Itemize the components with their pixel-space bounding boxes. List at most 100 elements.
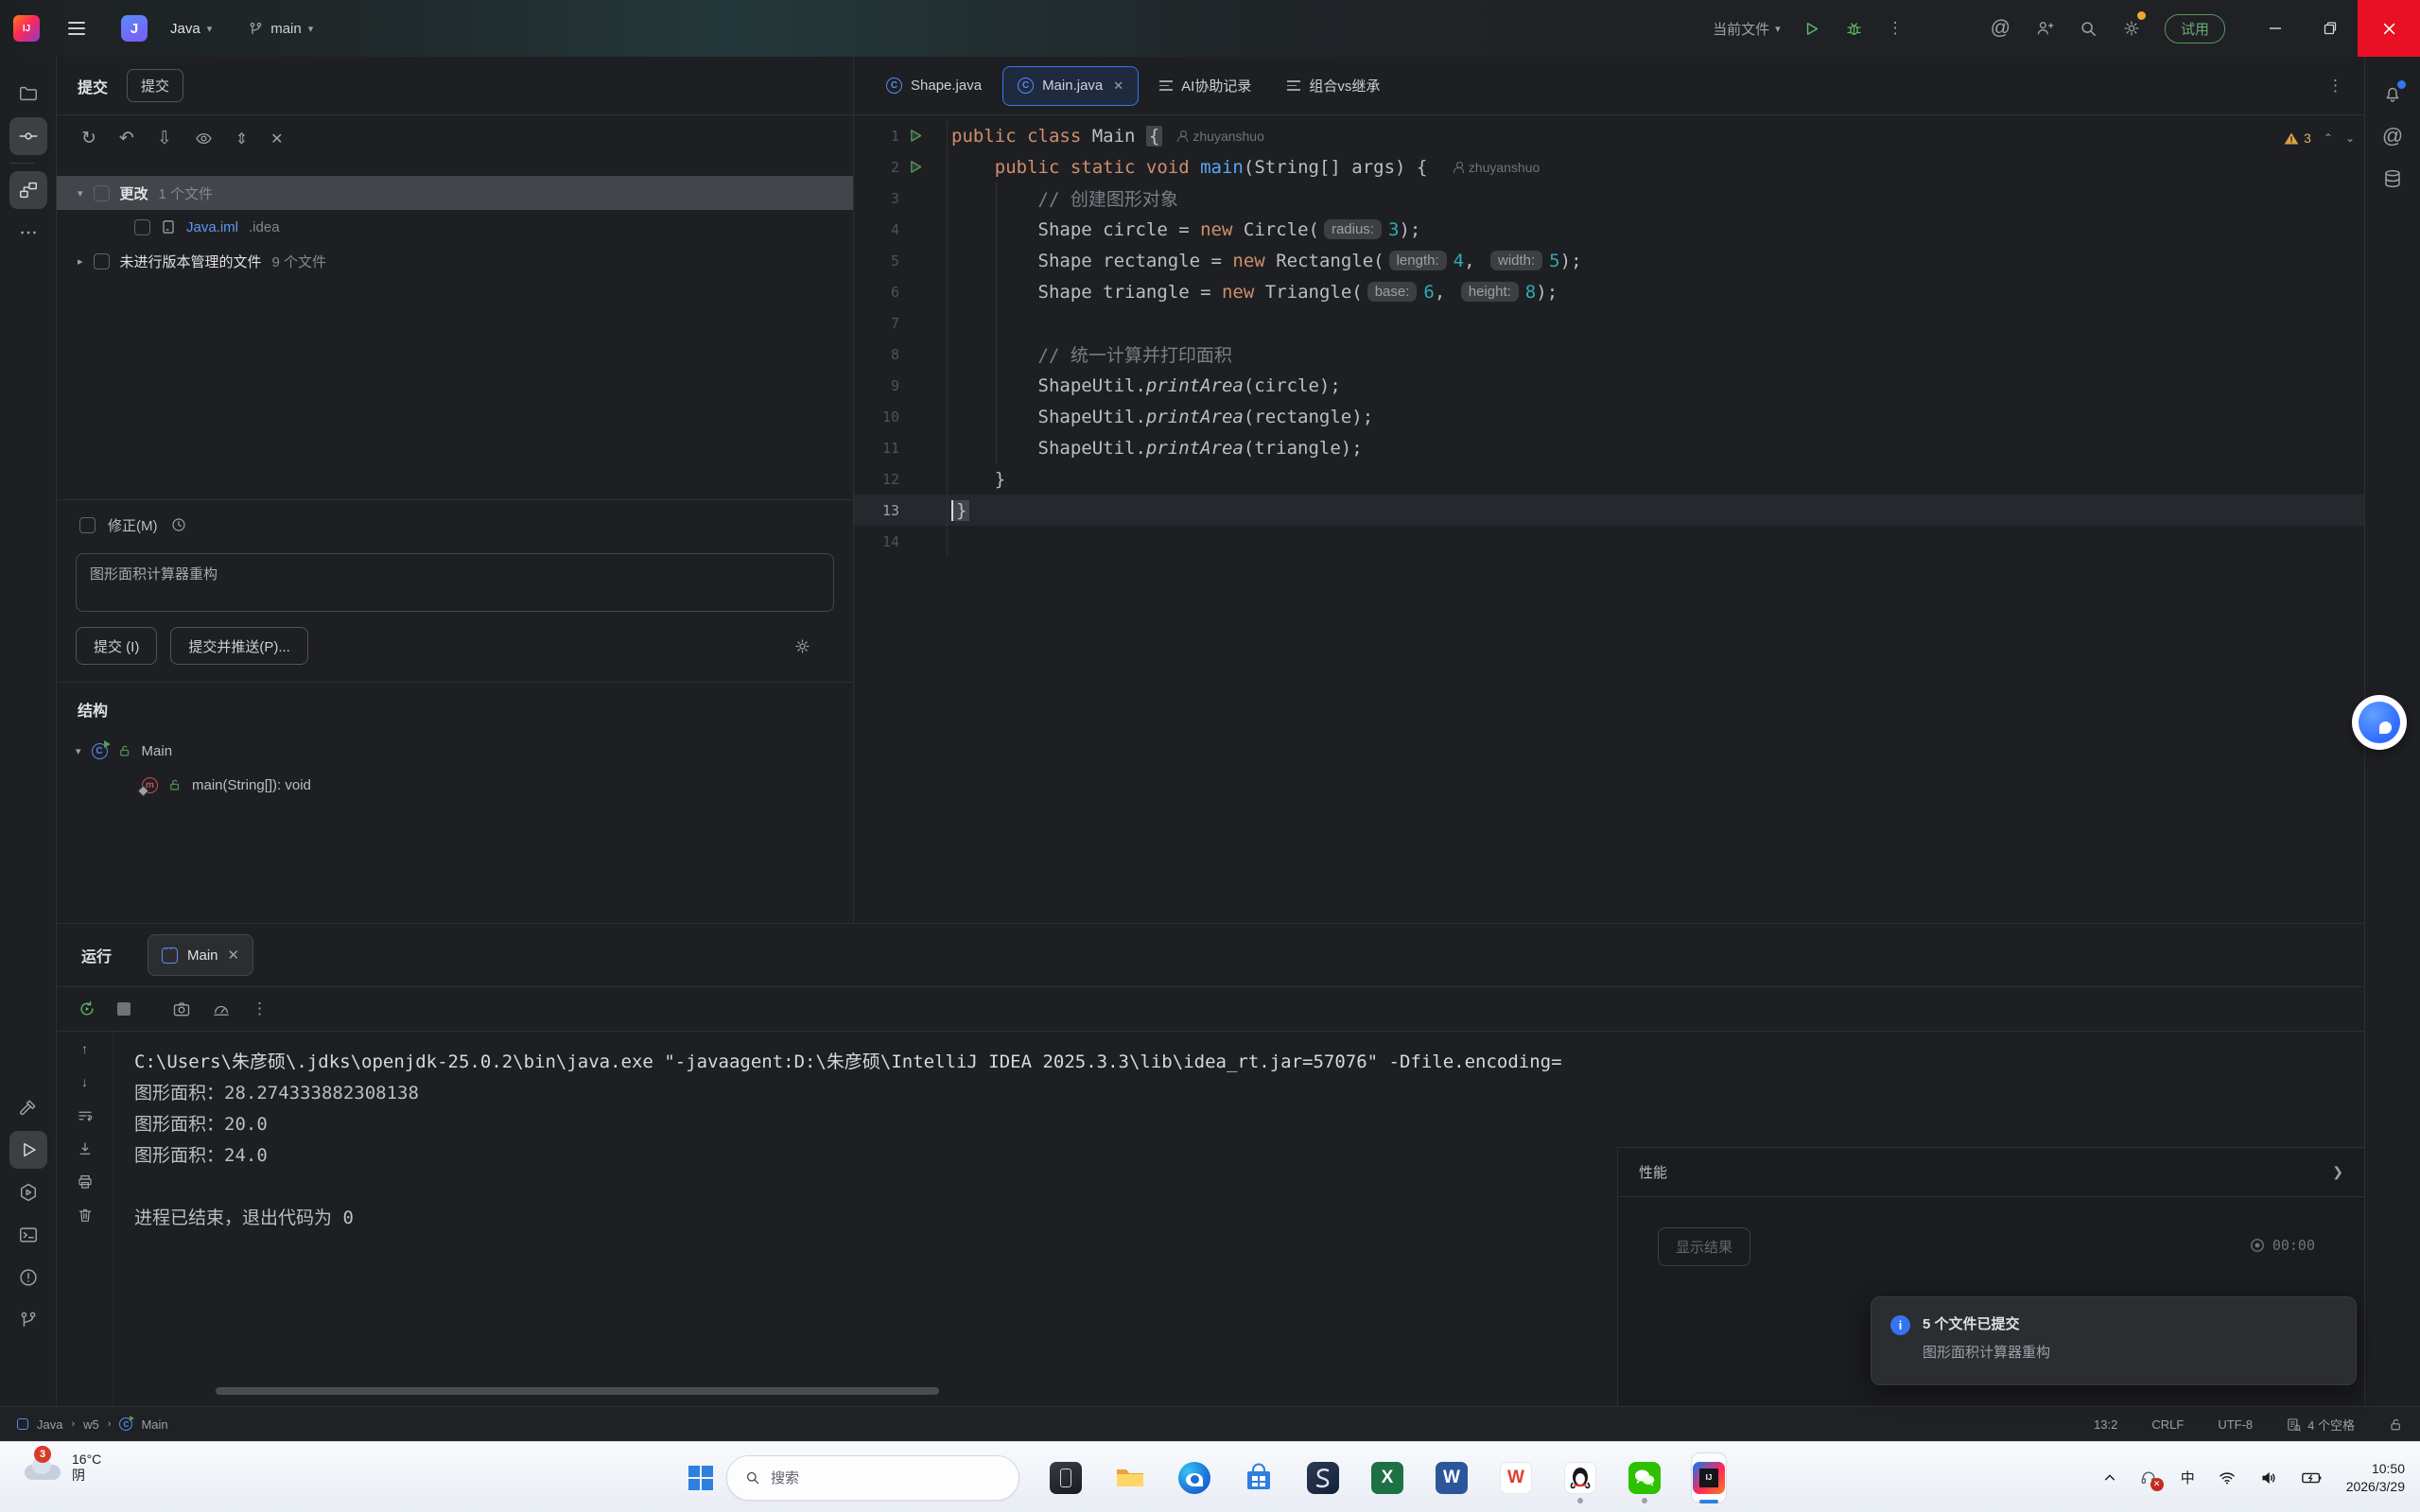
more-icon[interactable]: ⋮	[252, 999, 268, 1018]
search-everywhere-button[interactable]	[2066, 0, 2110, 57]
commit-button[interactable]: 提交 (I)	[76, 627, 157, 665]
file-explorer-taskbar-icon[interactable]	[1112, 1452, 1148, 1503]
gutter[interactable]: 9	[854, 370, 948, 401]
chevron-down-icon[interactable]: ▾	[76, 745, 81, 757]
code-line-9[interactable]: 9 ShapeUtil.printArea(circle);	[854, 370, 2364, 401]
commit-notification-toast[interactable]: i 5 个文件已提交 图形面积计算器重构	[1871, 1296, 2357, 1385]
gutter[interactable]: 10	[854, 401, 948, 432]
gutter[interactable]: 3	[854, 182, 948, 214]
breadcrumb[interactable]: Java › w5 › C Main	[17, 1417, 168, 1432]
chevron-right-icon[interactable]: ❯	[2332, 1164, 2343, 1180]
terminal-icon[interactable]	[9, 1216, 47, 1254]
trash-icon[interactable]	[77, 1207, 94, 1224]
changes-group-row[interactable]: ▾ 更改 1 个文件	[57, 176, 853, 210]
wechat-taskbar-icon[interactable]	[1627, 1452, 1663, 1503]
gutter[interactable]: 8	[854, 339, 948, 370]
refresh-icon[interactable]: ↻	[81, 128, 96, 149]
code-line-7[interactable]: 7	[854, 307, 2364, 339]
code-line-11[interactable]: 11 ShapeUtil.printArea(triangle);	[854, 432, 2364, 463]
editor-tab-Main.java[interactable]: CMain.java✕	[1002, 66, 1139, 106]
word-taskbar-icon[interactable]: W	[1434, 1452, 1470, 1503]
changes-checkbox[interactable]	[94, 185, 110, 201]
up-icon[interactable]: ↑	[81, 1041, 88, 1058]
gutter[interactable]: 5	[854, 245, 948, 276]
more-actions-button[interactable]: ⋮	[1875, 0, 1916, 57]
amend-checkbox[interactable]	[79, 517, 96, 533]
gutter[interactable]: 7	[854, 307, 948, 339]
expand-all-icon[interactable]: ⇕	[235, 129, 248, 148]
close-icon[interactable]: ✕	[228, 947, 240, 964]
gutter[interactable]: 14	[854, 526, 948, 557]
horizontal-scrollbar[interactable]	[216, 1387, 939, 1395]
project-folder-icon[interactable]	[9, 75, 47, 113]
notifications-icon[interactable]	[2374, 75, 2411, 113]
trial-badge[interactable]: 试用	[2165, 14, 2225, 43]
audio-device-icon[interactable]: ✕	[2139, 1469, 2158, 1487]
taskbar-clock[interactable]: 10:50 2026/3/29	[2346, 1460, 2405, 1496]
caret-position[interactable]: 13:2	[2094, 1417, 2117, 1432]
show-results-button[interactable]: 显示结果	[1658, 1227, 1750, 1266]
tray-expand-icon[interactable]	[2103, 1471, 2116, 1485]
preview-icon[interactable]	[195, 130, 213, 148]
gutter[interactable]: 1	[854, 120, 948, 151]
stop-icon[interactable]	[117, 1002, 131, 1016]
project-selector[interactable]: Java▾	[170, 21, 212, 37]
services-icon[interactable]	[9, 1173, 47, 1211]
prev-problem-icon[interactable]: ⌃	[2324, 131, 2333, 145]
structure-class-row[interactable]: ▾ C Main	[57, 734, 853, 768]
taskbar-search[interactable]: 搜索	[726, 1455, 1019, 1501]
run-tab-main[interactable]: Main ✕	[148, 934, 253, 976]
rerun-icon[interactable]	[78, 999, 96, 1018]
shelve-icon[interactable]: ⇩	[157, 128, 172, 149]
indent-setting[interactable]: 4 个空格	[2287, 1416, 2355, 1434]
gutter[interactable]: 13	[854, 495, 948, 526]
branch-selector[interactable]: main ▾	[248, 21, 313, 37]
qq-taskbar-icon[interactable]	[1562, 1452, 1598, 1503]
structure-method-row[interactable]: m main(String[]): void	[57, 768, 853, 802]
unversioned-checkbox[interactable]	[94, 253, 110, 269]
debug-button[interactable]	[1833, 0, 1875, 57]
floating-assistant-button[interactable]	[2352, 695, 2407, 750]
code-area[interactable]: 1public class Main {zhuyanshuo2 public s…	[854, 115, 2364, 557]
ai-assistant-icon[interactable]: @	[2374, 117, 2411, 155]
file-encoding[interactable]: UTF-8	[2218, 1417, 2253, 1432]
code-line-5[interactable]: 5 Shape rectangle = new Rectangle(length…	[854, 245, 2364, 276]
camera-icon[interactable]	[172, 999, 191, 1018]
changed-file-row[interactable]: Java.iml .idea	[57, 210, 853, 244]
volume-icon[interactable]	[2259, 1469, 2278, 1487]
commit-tab[interactable]: 提交	[127, 69, 183, 102]
code-line-8[interactable]: 8 // 统一计算并打印面积	[854, 339, 2364, 370]
history-icon[interactable]	[170, 516, 187, 533]
code-line-10[interactable]: 10 ShapeUtil.printArea(rectangle);	[854, 401, 2364, 432]
main-menu-button[interactable]	[62, 16, 91, 41]
editor-tab-组合vs继承[interactable]: 组合vs继承	[1272, 66, 1395, 106]
console-output[interactable]: C:\Users\朱彦硕\.jdks\openjdk-25.0.2\bin\ja…	[113, 1032, 1615, 1406]
code-line-6[interactable]: 6 Shape triangle = new Triangle(base:6, …	[854, 276, 2364, 307]
softwrap-icon[interactable]	[77, 1107, 94, 1124]
commit-and-push-button[interactable]: 提交并推送(P)...	[170, 627, 308, 665]
window-close-button[interactable]	[2358, 0, 2420, 57]
code-with-me-button[interactable]	[2023, 0, 2066, 57]
window-restore-button[interactable]	[2303, 0, 2358, 57]
close-icon[interactable]: ✕	[1113, 78, 1123, 94]
gutter[interactable]: 11	[854, 432, 948, 463]
more-icon[interactable]	[9, 214, 47, 252]
code-line-3[interactable]: 3 // 创建图形对象	[854, 182, 2364, 214]
lock-icon[interactable]	[2389, 1417, 2403, 1432]
editor-tab-AI协助记录[interactable]: AI协助记录	[1144, 66, 1266, 106]
ai-assistant-icon[interactable]: @	[1978, 0, 2023, 57]
editor-options-button[interactable]: ⋮	[2327, 77, 2364, 96]
unversioned-group-row[interactable]: ▸ 未进行版本管理的文件 9 个文件	[57, 244, 853, 278]
commit-icon[interactable]	[9, 117, 47, 155]
inspection-widget[interactable]: 3 ⌃ ⌄	[2284, 130, 2355, 146]
file-checkbox[interactable]	[134, 219, 150, 235]
edge-taskbar-icon[interactable]	[1176, 1452, 1212, 1503]
print-icon[interactable]	[77, 1173, 94, 1190]
commit-options-gear-icon[interactable]	[793, 637, 811, 655]
rollback-icon[interactable]: ↶	[119, 128, 134, 149]
editor-tab-Shape.java[interactable]: CShape.java	[871, 66, 997, 106]
code-line-4[interactable]: 4 Shape circle = new Circle(radius:3);	[854, 214, 2364, 245]
start-button[interactable]	[688, 1466, 713, 1490]
scrollend-icon[interactable]	[77, 1140, 94, 1157]
gutter[interactable]: 2	[854, 151, 948, 182]
